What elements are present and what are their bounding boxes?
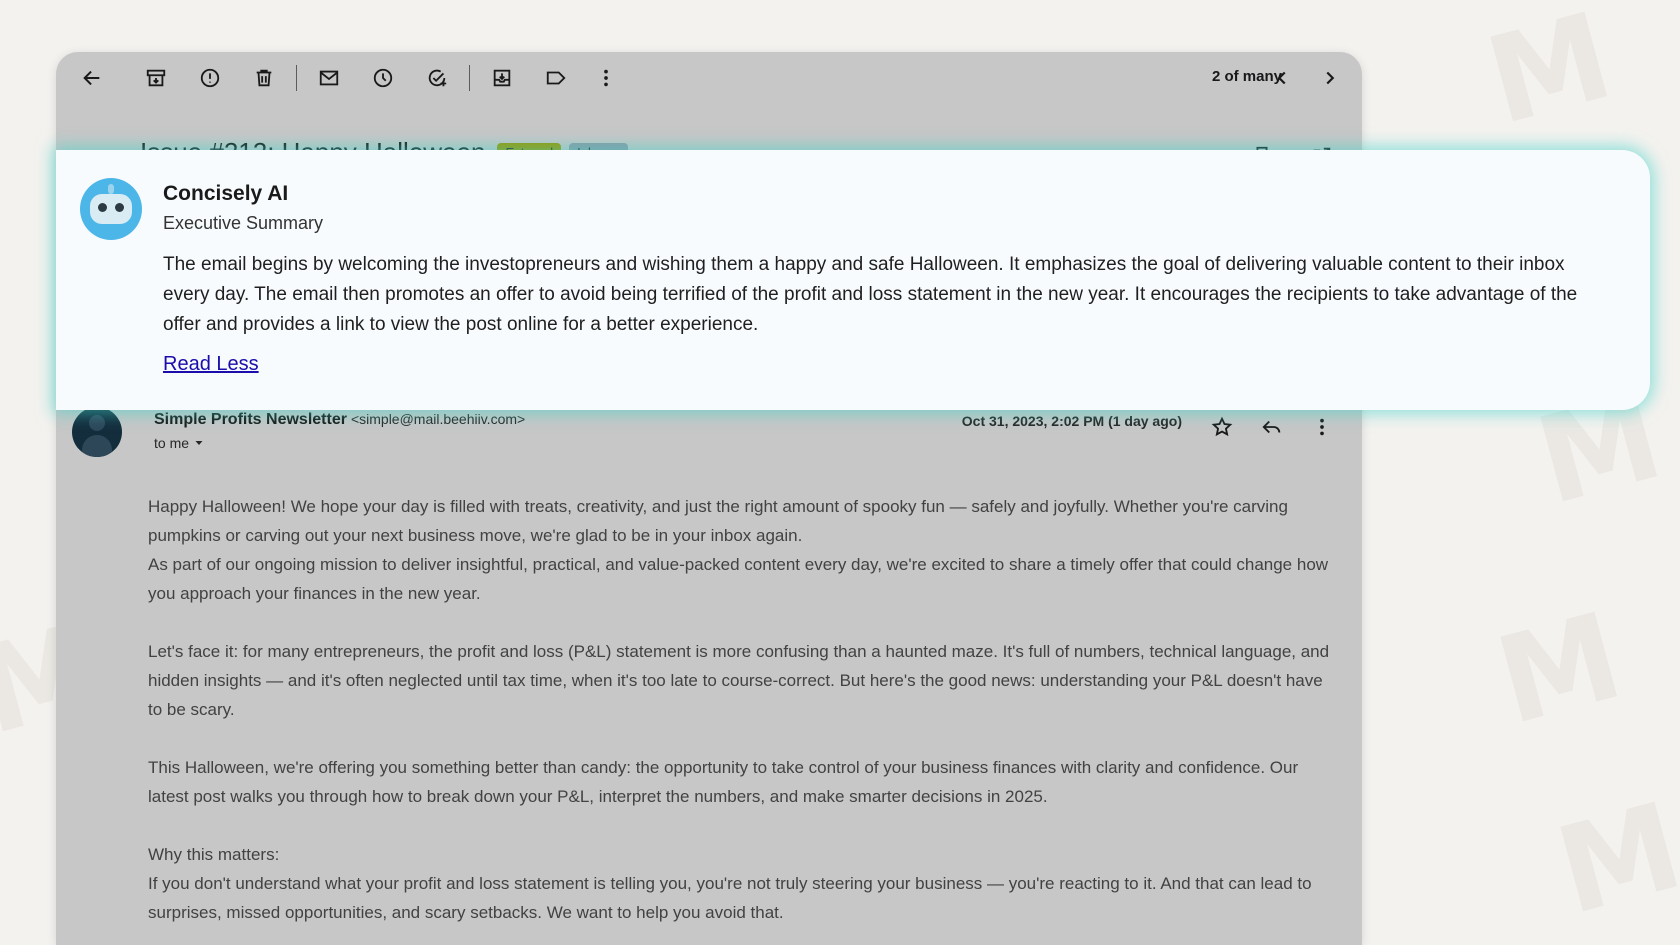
sender-name-text: Simple Profits Newsletter xyxy=(154,411,347,428)
star-icon[interactable] xyxy=(1202,407,1242,447)
toolbar-divider xyxy=(296,65,297,91)
mail-toolbar: 2 of many xyxy=(56,52,1362,104)
sender-row: Simple Profits Newsletter <simple@mail.be… xyxy=(72,407,1342,467)
mark-unread-icon[interactable] xyxy=(309,58,349,98)
sender-email: <simple@mail.beehiiv.com> xyxy=(350,411,526,427)
ai-summary-card: Concisely AI Executive Summary The email… xyxy=(56,150,1650,410)
recipient-text: to me xyxy=(154,435,190,451)
sender-name[interactable]: Simple Profits Newsletter <simple@mail.be… xyxy=(154,411,525,429)
label-icon[interactable] xyxy=(536,58,576,98)
background-logo-mark: M xyxy=(1483,586,1636,753)
email-date: Oct 31, 2023, 2:02 PM (1 day ago) xyxy=(961,413,1182,429)
email-paragraph: This Halloween, we're offering you somet… xyxy=(148,758,1299,806)
archive-icon[interactable] xyxy=(136,58,176,98)
summary-app-title: Concisely AI xyxy=(163,182,289,205)
snooze-icon[interactable] xyxy=(363,58,403,98)
chevron-left-icon[interactable] xyxy=(1262,58,1302,98)
toolbar-divider xyxy=(469,65,470,91)
pager-nav xyxy=(1262,58,1350,98)
summary-text: The email begins by welcoming the invest… xyxy=(163,254,1578,335)
more-vert-icon[interactable] xyxy=(1302,407,1342,447)
report-spam-icon[interactable] xyxy=(190,58,230,98)
email-paragraph: Let's face it: for many entrepreneurs, t… xyxy=(148,642,1330,719)
email-body: Happy Halloween! We hope your day is fil… xyxy=(148,492,1332,945)
chevron-right-icon[interactable] xyxy=(1310,58,1350,98)
back-arrow-icon[interactable] xyxy=(72,58,112,98)
move-to-icon[interactable] xyxy=(482,58,522,98)
email-paragraph: Why this matters: xyxy=(148,845,280,864)
email-paragraph: As part of our ongoing mission to delive… xyxy=(148,555,1329,603)
background-logo-mark: M xyxy=(1473,0,1626,153)
delete-icon[interactable] xyxy=(244,58,284,98)
more-vert-icon[interactable] xyxy=(586,58,626,98)
background-logo-mark: M xyxy=(1543,776,1680,943)
caret-down-icon xyxy=(195,441,203,445)
reply-icon[interactable] xyxy=(1252,407,1292,447)
summary-subtitle: Executive Summary xyxy=(163,213,324,233)
add-task-icon[interactable] xyxy=(417,58,457,98)
recipient-details-toggle[interactable]: to me xyxy=(154,435,205,451)
robot-avatar-icon xyxy=(80,178,142,240)
email-paragraph: Happy Halloween! We hope your day is fil… xyxy=(148,497,1288,545)
read-less-link[interactable]: Read Less xyxy=(163,353,259,376)
sender-avatar[interactable] xyxy=(72,407,122,457)
email-paragraph: If you don't understand what your profit… xyxy=(148,874,1312,922)
